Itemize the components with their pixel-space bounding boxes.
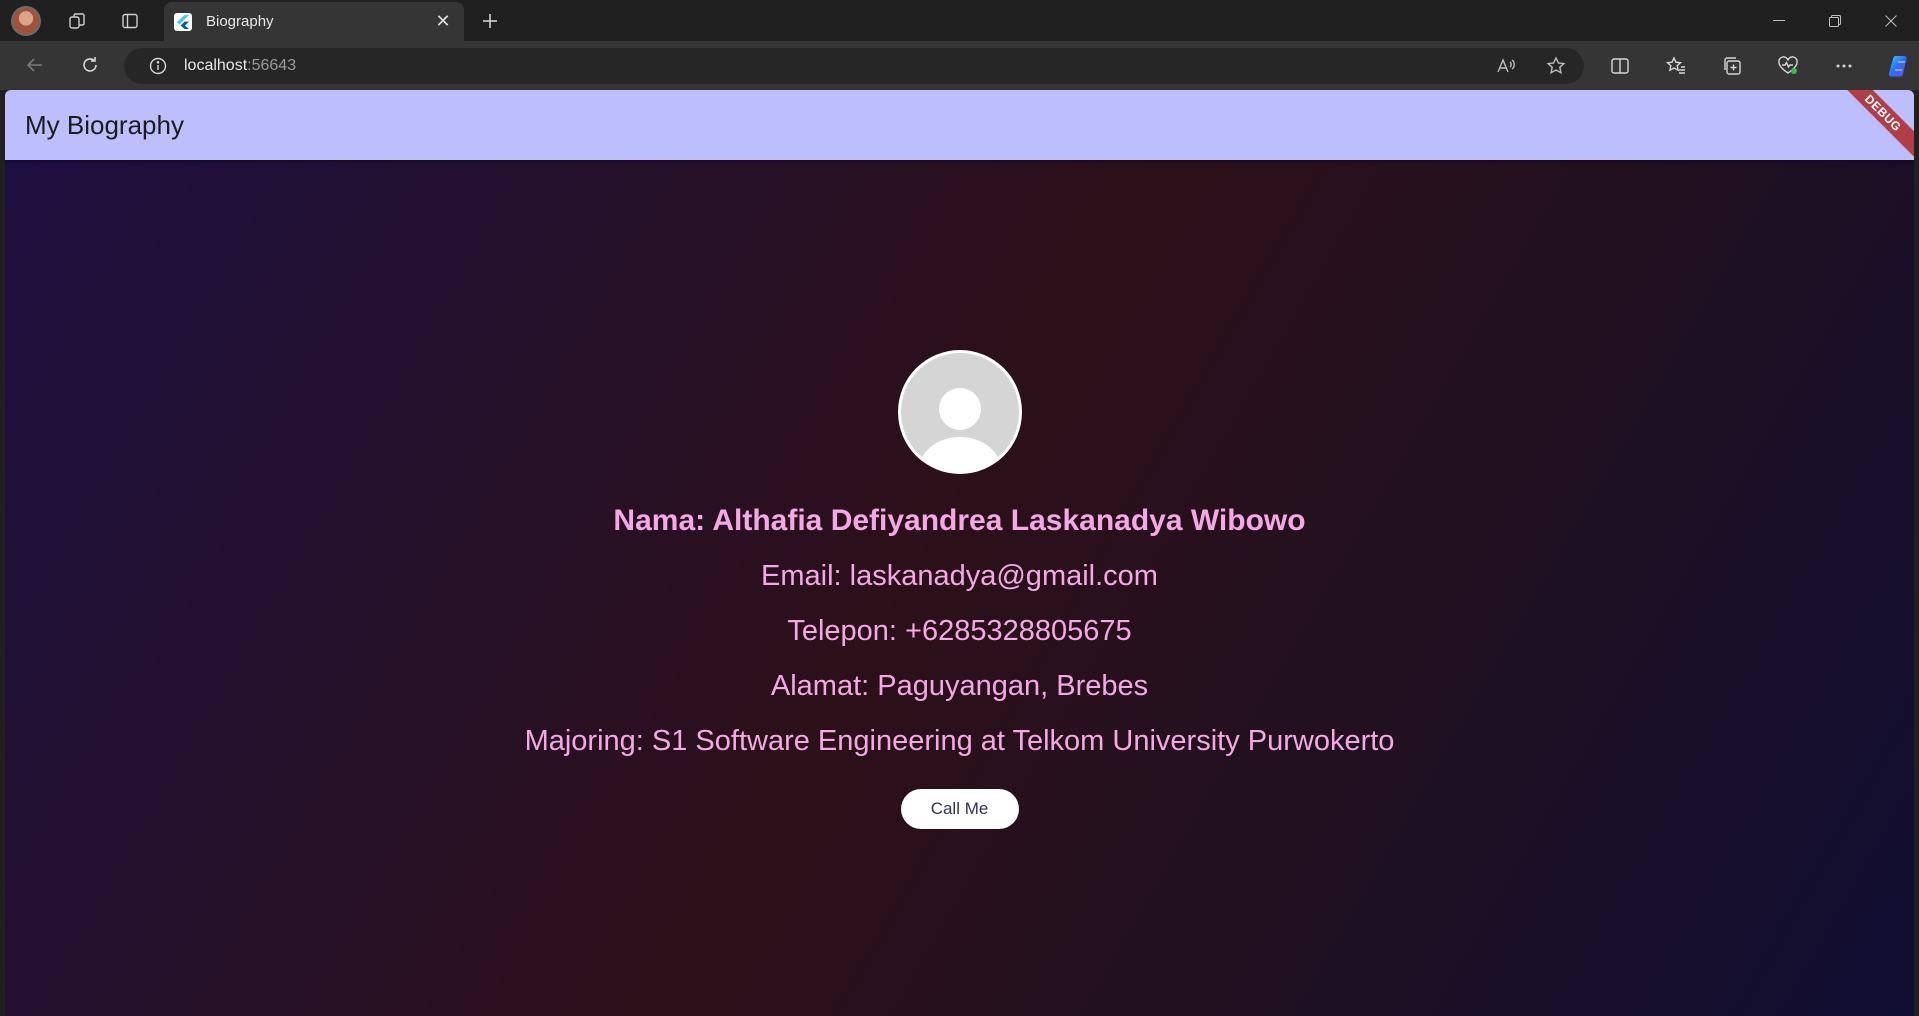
address-host: localhost [184,57,248,74]
tab-biography[interactable]: Biography ✕ [164,2,464,41]
reload-icon[interactable] [72,47,108,83]
more-options-icon[interactable] [1824,48,1864,84]
person-placeholder-icon [900,353,1019,471]
workspaces-icon[interactable] [59,3,95,39]
minimize-icon[interactable] [1751,0,1807,41]
restore-icon[interactable] [1807,0,1863,41]
phone-text: Telepon: +6285328805675 [787,615,1132,647]
avatar [897,350,1022,474]
address-text: Alamat: Paguyangan, Brebes [770,670,1149,702]
address-bar[interactable]: localhost:56643 [124,48,1584,84]
flutter-favicon-icon [174,12,192,31]
back-icon[interactable] [17,47,53,83]
read-aloud-icon[interactable] [1488,48,1524,84]
major-text: Majoring: S1 Software Engineering at Tel… [524,725,1395,757]
copilot-icon[interactable] [1880,48,1919,84]
profile-avatar-icon[interactable] [11,6,41,36]
browser-essentials-icon[interactable] [1768,48,1808,84]
new-tab-icon[interactable] [472,3,508,39]
site-info-icon[interactable] [138,57,178,75]
split-screen-icon[interactable] [1600,48,1640,84]
tab-actions-icon[interactable] [112,3,148,39]
address-port: :56643 [247,57,297,74]
close-window-icon[interactable] [1863,0,1919,41]
close-tab-icon[interactable]: ✕ [428,7,458,37]
gradient-background: Nama: Althafia Defiyandrea Laskanadya Wi… [5,160,1914,1016]
page-title: My Biography [25,109,184,140]
name-text: Nama: Althafia Defiyandrea Laskanadya Wi… [613,504,1306,537]
app-bar: My Biography [5,90,1914,160]
tab-title: Biography [206,13,274,30]
email-text: Email: laskanadya@gmail.com [761,560,1158,592]
favorites-icon[interactable] [1656,48,1696,84]
collections-icon[interactable] [1712,48,1752,84]
favorite-star-icon[interactable] [1538,48,1574,84]
call-me-button[interactable]: Call Me [900,789,1019,829]
app-viewport: My Biography DEBUG Nama: Althafia Defiya… [5,90,1914,1016]
biography-content: Nama: Althafia Defiyandrea Laskanadya Wi… [5,160,1914,1016]
browser-tab-bar: Biography ✕ [0,0,1919,41]
